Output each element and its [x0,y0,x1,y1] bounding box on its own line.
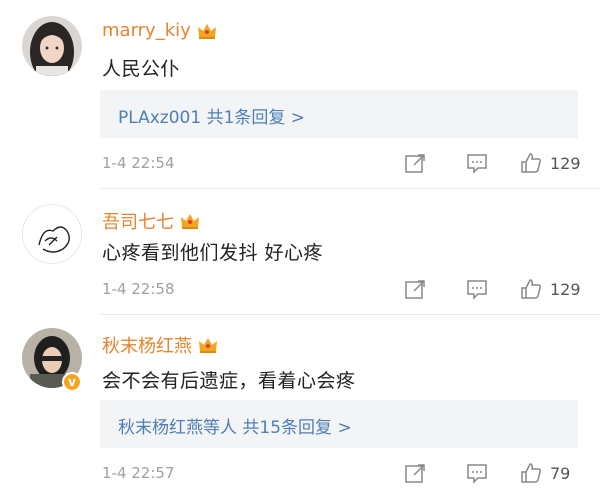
username[interactable]: 秋末杨红燕 [102,332,218,358]
comment-item: 吾司七七 心疼看到他们发抖 好心疼 1-4 22:58 129 [0,188,600,314]
like-count: 129 [550,153,581,173]
comment-text: 心疼看到他们发抖 好心疼 [102,242,324,264]
share-icon[interactable] [404,462,426,484]
reply-link[interactable]: 秋末杨红燕等人 共15条回复 > [118,413,352,438]
comment-text: 人民公仆 [102,58,181,80]
reply-link[interactable]: PLAxz001 共1条回复 > [118,103,305,128]
thumbs-up-icon[interactable] [520,462,542,484]
username[interactable]: 吾司七七 [102,208,200,234]
comment-item: marry_kiy 人民公仆 PLAxz001 共1条回复 > 1-4 22:5… [0,0,600,188]
avatar[interactable] [22,204,82,264]
username[interactable]: marry_kiy [102,20,217,41]
share-icon[interactable] [404,278,426,300]
like-count: 129 [550,279,581,299]
verified-badge: v [62,372,82,392]
username-text[interactable]: 秋末杨红燕 [102,332,192,358]
thumbs-up-icon[interactable] [520,278,542,300]
comment-text: 会不会有后遗症，看着心会疼 [102,370,356,392]
reply-box[interactable]: PLAxz001 共1条回复 > [100,90,578,138]
share-icon[interactable] [404,152,426,174]
timestamp: 1-4 22:57 [102,464,175,482]
comment-icon[interactable] [466,278,488,300]
like-count: 79 [550,463,571,483]
crown-icon [198,336,218,354]
avatar[interactable] [22,16,82,76]
username-text[interactable]: marry_kiy [102,20,191,41]
comment-icon[interactable] [466,152,488,174]
comment-actions: 129 [404,278,584,300]
comment-icon[interactable] [466,462,488,484]
username-text[interactable]: 吾司七七 [102,208,174,234]
comment-item: v 秋末杨红燕 会不会有后遗症，看着心会疼 秋末杨红燕等人 共15条回复 > 1… [0,314,600,504]
crown-icon [180,212,200,230]
timestamp: 1-4 22:54 [102,154,175,172]
thumbs-up-icon[interactable] [520,152,542,174]
crown-icon [197,22,217,40]
reply-box[interactable]: 秋末杨红燕等人 共15条回复 > [100,400,578,448]
comment-actions: 79 [404,462,584,484]
comment-actions: 129 [404,152,584,174]
timestamp: 1-4 22:58 [102,280,175,298]
